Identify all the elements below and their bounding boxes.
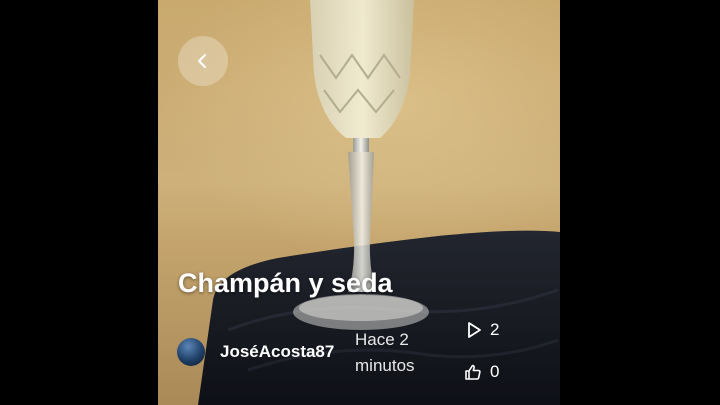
- play-count-value: 2: [490, 320, 500, 339]
- post-time: Hace 2 minutos: [355, 330, 415, 375]
- author-name[interactable]: JoséAcosta87: [220, 342, 334, 362]
- post-title: Champán y seda: [178, 268, 393, 298]
- video-card[interactable]: Champán y seda JoséAcosta87 Hace 2 minut…: [158, 0, 560, 405]
- back-button[interactable]: [178, 36, 228, 86]
- author-avatar[interactable]: [177, 338, 205, 366]
- like-count-value: 0: [490, 362, 500, 381]
- play-count: 2: [466, 320, 499, 340]
- play-outline-icon: [468, 322, 481, 338]
- like-button[interactable]: 0: [464, 362, 499, 382]
- thumbs-up-outline-icon: [465, 364, 481, 380]
- chevron-left-icon: [197, 53, 207, 69]
